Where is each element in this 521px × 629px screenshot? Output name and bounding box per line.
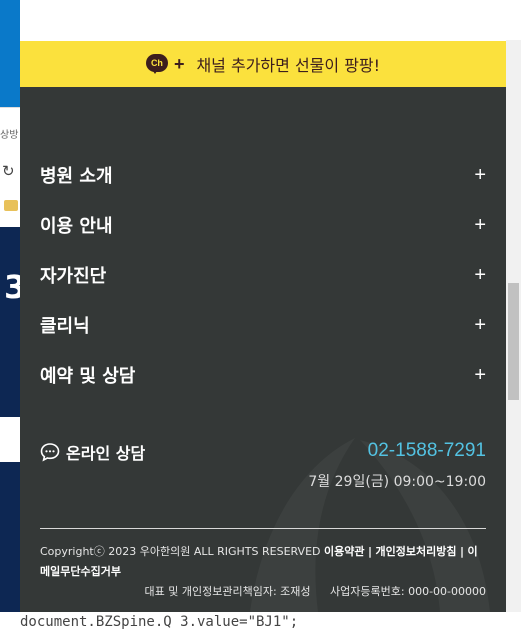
privacy-policy-link[interactable]: 개인정보처리방침	[376, 545, 457, 558]
menu-item-self-diagnosis[interactable]: 자가진단 +	[40, 250, 486, 300]
menu-item-label: 클리닉	[40, 316, 90, 337]
expand-plus-icon[interactable]: +	[474, 314, 486, 337]
online-consult-label: 온라인 상담	[66, 444, 146, 463]
reload-icon: ↻	[2, 162, 15, 180]
menu-item-label: 예약 및 상담	[40, 366, 136, 387]
menu-item-label: 자가진단	[40, 266, 107, 287]
main-menu: 병원 소개 + 이용 안내 + 자가진단 + 클리닉 + 예약 및 상담 +	[40, 150, 486, 400]
background-page-left: 상방 • ↻ 3	[0, 0, 20, 629]
menu-item-label: 병원 소개	[40, 166, 113, 187]
scrollbar-top	[506, 0, 521, 40]
kakao-channel-banner[interactable]: Ch + 채널 추가하면 선물이 팡팡!	[20, 41, 506, 87]
channel-bubble-tail	[150, 68, 159, 74]
background-white-band	[0, 417, 20, 462]
background-blue-strip	[0, 0, 20, 107]
background-big-char: 3	[4, 268, 20, 306]
footer-divider	[40, 528, 486, 529]
mobile-nav-drawer: Ch + 채널 추가하면 선물이 팡팡! 병원 소개 + 이용 안내 + 자가진…	[20, 0, 506, 612]
copyright-text: Copyrightⓒ 2023 우아한의원 ALL RIGHTS RESERVE…	[40, 545, 321, 558]
background-tab-fragment: 상방 •	[0, 130, 20, 141]
footer-business-info: 대표 및 개인정보관리책임자: 조재성 사업자등록번호: 000-00-0000…	[145, 583, 486, 599]
expand-plus-icon[interactable]: +	[474, 214, 486, 237]
business-number: 사업자등록번호: 000-00-00000	[330, 585, 486, 598]
expand-plus-icon[interactable]: +	[474, 364, 486, 387]
chat-bubble-icon	[40, 443, 60, 462]
folder-icon	[4, 200, 18, 211]
menu-item-usage-guide[interactable]: 이용 안내 +	[40, 200, 486, 250]
phone-number-link[interactable]: 02-1588-7291	[368, 440, 486, 462]
menu-item-label: 이용 안내	[40, 216, 113, 237]
business-hours: 7월 29일(금) 09:00~19:00	[308, 474, 486, 490]
expand-plus-icon[interactable]: +	[474, 164, 486, 187]
menu-item-clinic[interactable]: 클리닉 +	[40, 300, 486, 350]
online-consult-link[interactable]: 온라인 상담	[40, 440, 145, 464]
page-scrollbar-track[interactable]	[506, 0, 521, 629]
drawer-top-area	[20, 0, 506, 41]
terms-link[interactable]: 이용약관	[324, 545, 364, 558]
footer-separator: |	[368, 545, 373, 558]
kakao-channel-icon: Ch	[145, 54, 170, 74]
menu-item-hospital-intro[interactable]: 병원 소개 +	[40, 150, 486, 200]
banner-text: 채널 추가하면 선물이 팡팡!	[196, 56, 381, 75]
menu-item-reservation[interactable]: 예약 및 상담 +	[40, 350, 486, 400]
scrollbar-thumb[interactable]	[508, 283, 519, 400]
expand-plus-icon[interactable]: +	[474, 264, 486, 287]
footer-separator: |	[460, 545, 465, 558]
background-navy-section-2	[0, 462, 20, 612]
background-code-line: document.BZSpine.Q_3.value="BJ1";	[20, 614, 299, 629]
representative-info: 대표 및 개인정보관리책임자: 조재성	[144, 585, 311, 598]
background-navy-section	[0, 227, 20, 417]
footer-copyright: Copyrightⓒ 2023 우아한의원 ALL RIGHTS RESERVE…	[40, 542, 486, 582]
add-plus-icon: +	[173, 53, 185, 74]
